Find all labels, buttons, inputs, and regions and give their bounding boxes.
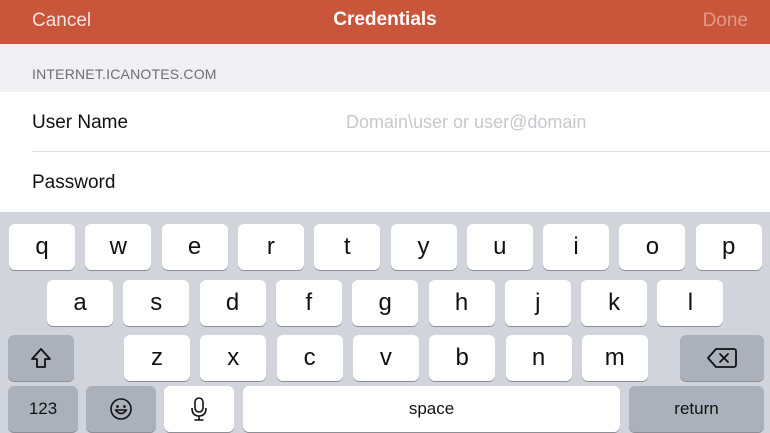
key-w[interactable]: w [85,224,152,270]
key-x[interactable]: x [200,335,267,381]
credentials-form: User Name Password [0,92,770,212]
key-l[interactable]: l [657,280,724,326]
page-title: Credentials [333,9,437,30]
key-f[interactable]: f [275,280,342,326]
navigation-bar: Cancel Credentials Done [0,0,770,44]
numbers-key[interactable]: 123 [8,386,78,432]
user-name-input[interactable] [346,106,746,138]
space-key[interactable]: space [243,386,620,432]
key-c[interactable]: c [276,335,343,381]
return-key[interactable]: return [629,386,764,432]
password-label: Password [32,172,116,193]
password-row: Password [0,152,770,212]
key-g[interactable]: g [352,280,419,326]
backspace-key[interactable] [680,335,764,381]
keyboard: 123 space return qwertyuiop asdfghjkl zxcv… [0,212,770,433]
key-h[interactable]: h [428,280,495,326]
key-k[interactable]: k [581,280,648,326]
key-z[interactable]: z [124,335,190,381]
emoji-icon [110,398,132,420]
key-e[interactable]: e [161,224,228,270]
key-y[interactable]: y [390,224,457,270]
section-header: INTERNET.ICANOTES.COM [0,44,770,92]
password-input[interactable] [346,166,746,198]
key-q[interactable]: q [9,224,75,270]
done-button[interactable]: Done [703,10,748,32]
backspace-icon [707,348,737,368]
key-p[interactable]: p [695,224,762,270]
key-t[interactable]: t [314,224,381,270]
shift-key[interactable] [8,335,74,381]
user-name-row: User Name [0,92,770,152]
user-name-label: User Name [32,112,129,133]
key-r[interactable]: r [237,224,304,270]
shift-icon [31,348,51,368]
key-b[interactable]: b [429,335,496,381]
key-n[interactable]: n [505,335,572,381]
key-s[interactable]: s [123,280,190,326]
key-j[interactable]: j [504,280,571,326]
key-i[interactable]: i [543,224,610,270]
key-o[interactable]: o [619,224,686,270]
key-d[interactable]: d [199,280,266,326]
emoji-key[interactable] [86,386,156,432]
dictation-key[interactable] [164,386,234,432]
key-u[interactable]: u [466,224,533,270]
key-a[interactable]: a [47,280,113,326]
key-m[interactable]: m [581,335,648,381]
key-v[interactable]: v [352,335,419,381]
microphone-icon [191,397,207,421]
